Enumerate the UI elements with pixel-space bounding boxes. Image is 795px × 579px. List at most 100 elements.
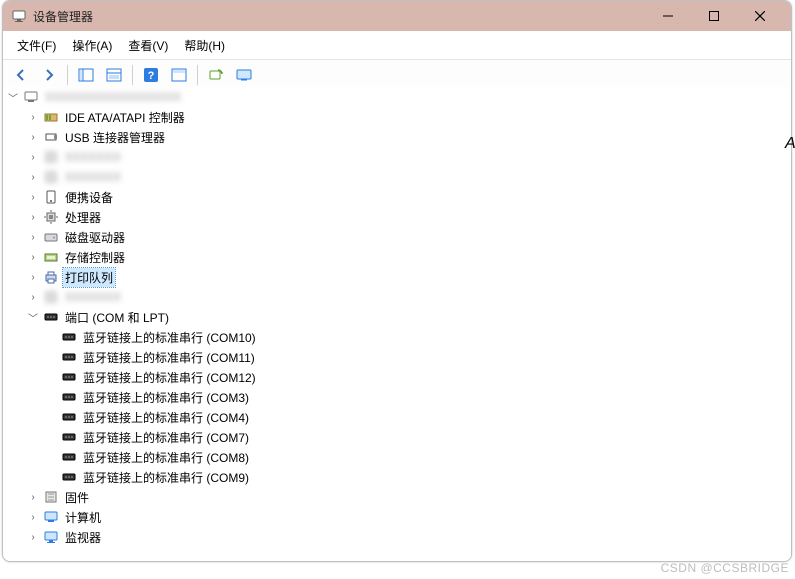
- chevron-right-icon[interactable]: ›: [25, 189, 41, 205]
- tree-device-label: 蓝牙链接上的标准串行 (COM3): [81, 388, 251, 407]
- tree-device[interactable]: 蓝牙链接上的标准串行 (COM9): [3, 467, 791, 487]
- tree-category[interactable]: › 打印队列: [3, 267, 791, 287]
- tree-device-label: 蓝牙链接上的标准串行 (COM7): [81, 428, 251, 447]
- tree-root[interactable]: ﹀ XXXXXXXXXXXXXXXXX: [3, 87, 791, 107]
- tree-category[interactable]: › USB 连接器管理器: [3, 127, 791, 147]
- tree-category[interactable]: ›监视器: [3, 527, 791, 547]
- watermark: CSDN @CCSBRIDGE: [661, 561, 789, 575]
- port-icon: [61, 409, 77, 425]
- tree-device[interactable]: 蓝牙链接上的标准串行 (COM11): [3, 347, 791, 367]
- tree-device-label: 蓝牙链接上的标准串行 (COM10): [81, 328, 258, 347]
- forward-button[interactable]: [35, 62, 63, 88]
- tree-category-label: XXXXXXX: [63, 169, 123, 185]
- close-button[interactable]: [737, 1, 783, 31]
- tree-device[interactable]: 蓝牙链接上的标准串行 (COM10): [3, 327, 791, 347]
- tree-category[interactable]: ›磁盘驱动器: [3, 227, 791, 247]
- port-icon: [61, 469, 77, 485]
- port-icon: [61, 329, 77, 345]
- tree-category-label: 端口 (COM 和 LPT): [63, 308, 171, 327]
- port-icon: [61, 389, 77, 405]
- show-hide-tree-button[interactable]: [72, 62, 100, 88]
- tree-device-label: 蓝牙链接上的标准串行 (COM12): [81, 368, 258, 387]
- tree-device[interactable]: 蓝牙链接上的标准串行 (COM8): [3, 447, 791, 467]
- properties-button[interactable]: [100, 62, 128, 88]
- tree-device[interactable]: 蓝牙链接上的标准串行 (COM7): [3, 427, 791, 447]
- tree-category-label: USB 连接器管理器: [63, 128, 167, 147]
- tree-category[interactable]: › 存储控制器: [3, 247, 791, 267]
- devices-by-type-button[interactable]: [230, 62, 258, 88]
- menu-action[interactable]: 操作(A): [64, 35, 120, 56]
- device-category-icon: [43, 209, 59, 225]
- chevron-right-icon[interactable]: ›: [25, 489, 41, 505]
- titlebar[interactable]: 设备管理器: [3, 1, 791, 31]
- chevron-right-icon[interactable]: ›: [25, 529, 41, 545]
- help-button[interactable]: ?: [137, 62, 165, 88]
- chevron-right-icon[interactable]: ›: [25, 149, 41, 165]
- device-category-icon: [43, 249, 59, 265]
- tree-device[interactable]: 蓝牙链接上的标准串行 (COM12): [3, 367, 791, 387]
- chevron-right-icon[interactable]: ›: [25, 509, 41, 525]
- tree-category-label: 便携设备: [63, 188, 115, 207]
- port-icon: [61, 429, 77, 445]
- device-category-icon: [43, 309, 59, 325]
- tree-category[interactable]: › XXXXXXX: [3, 167, 791, 187]
- device-category-icon: [43, 509, 59, 525]
- tree-category[interactable]: ﹀ 端口 (COM 和 LPT): [3, 307, 791, 327]
- menu-file[interactable]: 文件(F): [9, 35, 64, 56]
- device-category-icon: [43, 529, 59, 545]
- tree-device[interactable]: 蓝牙链接上的标准串行 (COM4): [3, 407, 791, 427]
- tree-category[interactable]: › XXXXXXX: [3, 287, 791, 307]
- chevron-right-icon[interactable]: ›: [25, 269, 41, 285]
- tree-category[interactable]: ›XXXXXXX: [3, 147, 791, 167]
- device-category-icon: [43, 189, 59, 205]
- menu-view[interactable]: 查看(V): [120, 35, 176, 56]
- window-title: 设备管理器: [33, 8, 93, 25]
- chevron-right-icon[interactable]: ›: [25, 109, 41, 125]
- tree-root-label: XXXXXXXXXXXXXXXXX: [43, 89, 183, 105]
- tree-category-label: XXXXXXX: [63, 289, 123, 305]
- tree-device-label: 蓝牙链接上的标准串行 (COM8): [81, 448, 251, 467]
- panel-button[interactable]: [165, 62, 193, 88]
- device-category-icon: [43, 169, 59, 185]
- menubar: 文件(F) 操作(A) 查看(V) 帮助(H): [3, 31, 791, 60]
- tree-device-label: 蓝牙链接上的标准串行 (COM9): [81, 468, 251, 487]
- device-category-icon: [43, 229, 59, 245]
- tree-category[interactable]: › 处理器: [3, 207, 791, 227]
- chevron-down-icon[interactable]: ﹀: [25, 309, 41, 325]
- chevron-right-icon[interactable]: ›: [25, 289, 41, 305]
- device-manager-icon: [11, 8, 27, 24]
- tree-category-label: 处理器: [63, 208, 103, 227]
- chevron-right-icon[interactable]: ›: [25, 229, 41, 245]
- tree-category-label: 打印队列: [63, 268, 115, 287]
- chevron-down-icon[interactable]: ﹀: [5, 89, 21, 105]
- chevron-right-icon[interactable]: ›: [25, 169, 41, 185]
- device-category-icon: [43, 149, 59, 165]
- tree-category-label: 存储控制器: [63, 248, 127, 267]
- device-category-icon: [43, 269, 59, 285]
- device-category-icon: [43, 289, 59, 305]
- tree-category[interactable]: › 计算机: [3, 507, 791, 527]
- menu-help[interactable]: 帮助(H): [176, 35, 233, 56]
- minimize-button[interactable]: [645, 1, 691, 31]
- port-icon: [61, 369, 77, 385]
- tree-device-label: 蓝牙链接上的标准串行 (COM4): [81, 408, 251, 427]
- separator: [197, 65, 198, 85]
- tree-category[interactable]: › 固件: [3, 487, 791, 507]
- device-tree[interactable]: ﹀XXXXXXXXXXXXXXXXX›IDE ATA/ATAPI 控制器›USB…: [3, 87, 791, 561]
- tree-category[interactable]: › IDE ATA/ATAPI 控制器: [3, 107, 791, 127]
- device-category-icon: [43, 129, 59, 145]
- port-icon: [61, 449, 77, 465]
- tree-category-label: IDE ATA/ATAPI 控制器: [63, 108, 187, 127]
- tree-category[interactable]: › 便携设备: [3, 187, 791, 207]
- svg-text:?: ?: [148, 70, 155, 82]
- chevron-right-icon[interactable]: ›: [25, 249, 41, 265]
- maximize-button[interactable]: [691, 1, 737, 31]
- scan-hardware-button[interactable]: [202, 62, 230, 88]
- back-button[interactable]: [7, 62, 35, 88]
- chevron-right-icon[interactable]: ›: [25, 129, 41, 145]
- chevron-right-icon[interactable]: ›: [25, 209, 41, 225]
- tree-category-label: 固件: [63, 488, 91, 507]
- tree-device[interactable]: 蓝牙链接上的标准串行 (COM3): [3, 387, 791, 407]
- port-icon: [61, 349, 77, 365]
- tree-category-label: 计算机: [63, 508, 103, 527]
